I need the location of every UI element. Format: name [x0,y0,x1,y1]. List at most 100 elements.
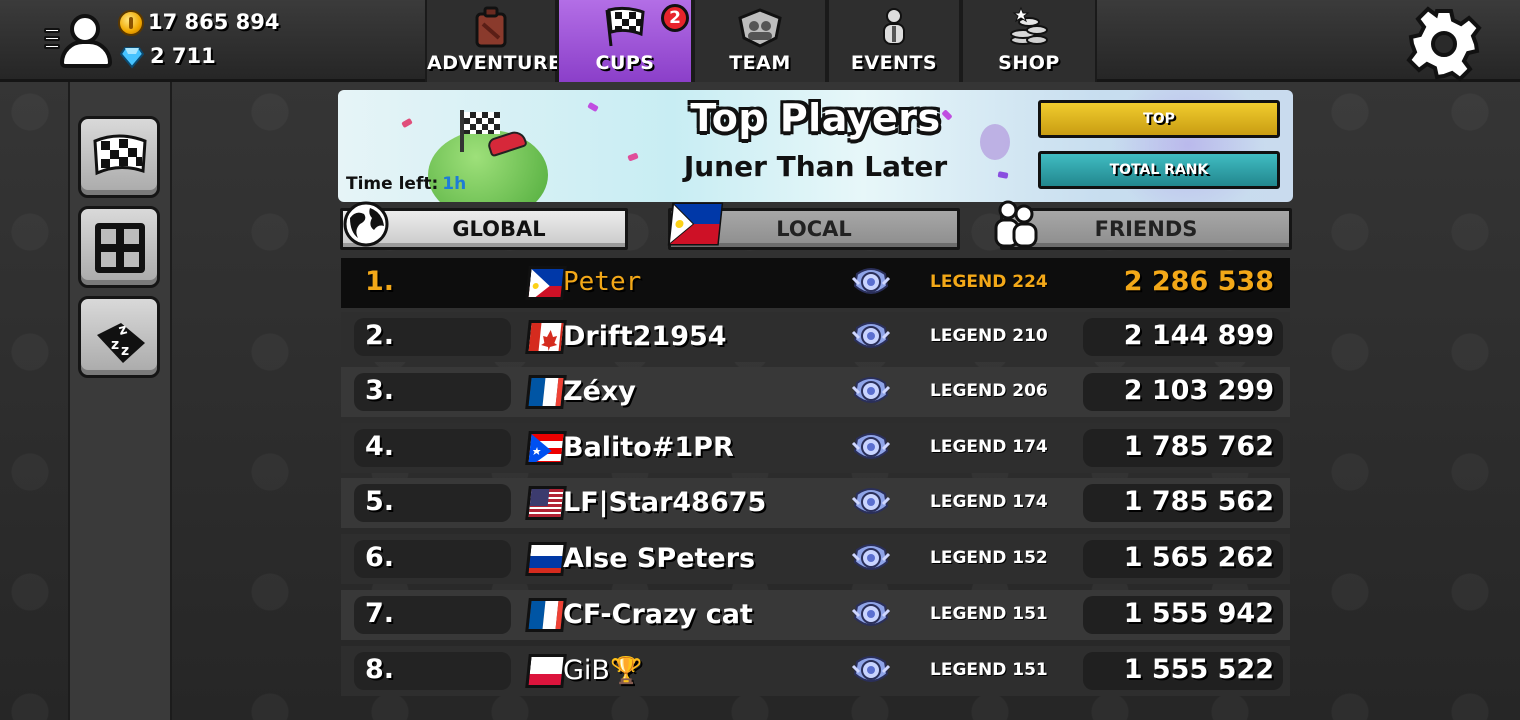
player-name-text: LF|Star48675 [563,487,767,518]
leaderboard-row[interactable]: 5. LF|Star48675 LEGEND 174 1 785 562 [341,478,1290,528]
coin-icon [118,10,144,36]
profile-icon [60,40,112,68]
leaderboard-row[interactable]: 6. Alse SPeters LEGEND 152 1 565 262 [341,534,1290,584]
rank-number: 5. [365,486,395,517]
player-name[interactable]: Drift21954 [563,321,727,352]
philippines-flag-icon [525,266,567,300]
event-people-icon [883,8,905,45]
legend-rank-badge-icon [851,652,891,690]
philippines-flag-icon [667,202,724,246]
league-rank: LEGEND 151 [930,660,1048,680]
leaderboard-row[interactable]: 7. CF-Crazy cat LEGEND 151 1 555 942 [341,590,1290,640]
fuel-can-icon [475,6,507,48]
tab-events[interactable]: EVENTS [827,0,961,82]
player-name[interactable]: Alse SPeters [563,543,755,574]
checkered-flag-icon [605,6,645,47]
player-name-text: Peter [563,267,642,297]
tab-adventure-label: ADVENTURE [427,52,562,74]
legend-rank-badge-icon [851,318,891,356]
rank-number: 3. [365,375,395,406]
player-score: 2 144 899 [1123,320,1274,351]
league-rank: LEGEND 151 [930,604,1048,624]
league-rank: LEGEND 206 [930,381,1048,401]
leaderboard-row[interactable]: 1. Peter LEGEND 224 2 286 538 [341,258,1290,308]
menu-lines-icon [44,28,60,52]
player-name[interactable]: Balito#1PR [563,432,734,463]
legend-rank-badge-icon [851,429,891,467]
time-left-label: Time left: [346,174,439,194]
legend-rank-badge-icon [851,540,891,578]
side-button-idle[interactable]: z z z [78,296,160,378]
player-name[interactable]: Peter [563,267,641,297]
legend-rank-badge-icon [851,264,891,302]
tab-adventure[interactable]: ADVENTURE [425,0,562,82]
coin-stack-icon [1010,6,1048,45]
legend-rank-badge-icon [851,484,891,522]
banner-title: Top Players [690,96,941,140]
player-score: 1 555 942 [1123,598,1274,629]
total-rank-button[interactable]: TOTAL RANK [1038,151,1280,189]
filter-global-label: GLOBAL [452,217,546,241]
globe-icon [343,201,389,247]
league-rank: LEGEND 174 [930,437,1048,457]
tab-team[interactable]: TEAM [693,0,827,82]
player-name-text: Balito#1PR [563,432,734,463]
leaderboard-row[interactable]: 8. GiB🏆 LEGEND 151 1 555 522 [341,646,1290,696]
time-left: Time left: 1h [346,174,466,194]
cups-notification-badge: 2 [661,4,689,32]
tab-events-label: EVENTS [850,52,938,74]
poland-flag-icon [525,654,567,688]
gem-count: 2 711 [150,44,216,68]
legend-rank-badge-icon [851,373,891,411]
trophy-icon: 🏆 [609,656,643,686]
player-name-text: Zéxy [563,376,636,407]
player-name[interactable]: LF|Star48675 [563,487,766,518]
coin-count: 17 865 894 [148,10,280,34]
rank-number: 1. [365,266,395,297]
player-name[interactable]: CF-Crazy cat [563,599,753,630]
league-rank: LEGEND 152 [930,548,1048,568]
zzz-sleep-icon: z z z [97,321,145,363]
player-score: 2 103 299 [1123,375,1274,406]
filter-friends[interactable]: FRIENDS [1000,208,1292,250]
tab-cups[interactable]: 2 CUPS [557,0,693,82]
puerto-rico-flag-icon [525,431,567,465]
tab-shop[interactable]: SHOP [961,0,1097,82]
settings-gear-icon[interactable] [1406,6,1482,82]
league-rank: LEGEND 210 [930,326,1048,346]
player-name[interactable]: Zéxy [563,376,636,407]
france-flag-icon [525,375,567,409]
top-button[interactable]: TOP [1038,100,1280,138]
team-emblem-icon [738,8,782,48]
player-name-text: GiB [563,655,610,686]
russia-flag-icon [525,542,567,576]
player-name-text: CF-Crazy cat [563,599,753,630]
side-button-grid[interactable] [78,206,160,288]
time-left-value: 1h [442,174,467,194]
coin-balance: 17 865 894 [118,10,280,36]
rank-number: 6. [365,542,395,573]
leaderboard-row[interactable]: 3. Zéxy LEGEND 206 2 103 299 [341,367,1290,417]
tab-shop-label: SHOP [998,52,1060,74]
profile-button[interactable] [42,10,112,72]
event-banner: Top Players Juner Than Later Time left: 1… [338,90,1293,202]
leaderboard-row[interactable]: 2. Drift21954 LEGEND 210 2 144 899 [341,312,1290,362]
checkered-flag-icon [93,134,147,176]
canada-flag-icon [525,320,567,354]
svg-text:z: z [111,337,119,353]
player-name[interactable]: GiB🏆 [563,655,642,686]
player-name-text: Alse SPeters [563,543,756,574]
side-button-races[interactable] [78,116,160,198]
rank-number: 2. [365,320,395,351]
rank-number: 4. [365,431,395,462]
svg-text:z: z [121,343,129,359]
filter-local-label: LOCAL [776,217,852,241]
finish-flag-illustration [464,112,500,134]
friends-icon [994,200,1038,248]
league-rank: LEGEND 224 [930,272,1048,292]
rank-number: 7. [365,598,395,629]
player-score: 1 785 562 [1123,486,1274,517]
leaderboard-row[interactable]: 4. Balito#1PR LEGEND 174 1 785 762 [341,423,1290,473]
league-rank: LEGEND 174 [930,492,1048,512]
legend-rank-badge-icon [851,596,891,634]
